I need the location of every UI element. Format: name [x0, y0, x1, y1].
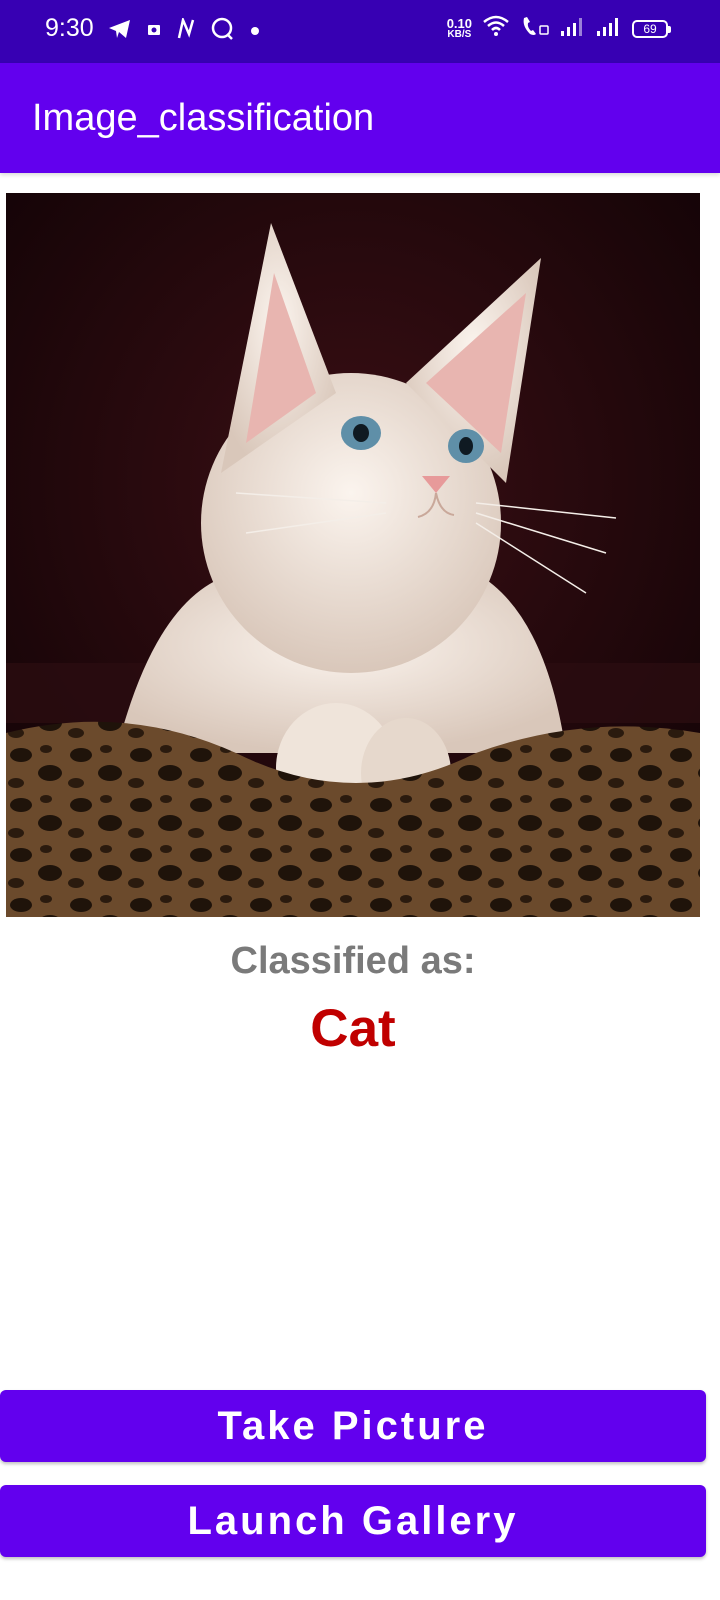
notification-icons — [108, 15, 260, 47]
n-app-icon — [176, 15, 196, 45]
cat-illustration — [6, 193, 700, 917]
battery-icon: 69 — [632, 19, 671, 38]
app-bar: Image_classification — [0, 63, 720, 173]
launch-gallery-button[interactable]: Launch Gallery — [0, 1485, 706, 1557]
network-speed-unit: KB/S — [447, 28, 472, 40]
wifi-icon — [482, 14, 510, 43]
q-app-icon — [210, 16, 236, 47]
network-speed-value: 0.10 — [446, 15, 472, 31]
status-time: 9:30 — [45, 14, 94, 42]
wifi-calling-icon — [520, 14, 550, 43]
signal-strength-icon-2 — [596, 15, 622, 42]
cat-photo — [6, 193, 700, 917]
telegram-icon — [108, 18, 132, 45]
classified-as-label: Classified as: — [230, 940, 476, 982]
signal-strength-icon-1 — [560, 15, 586, 42]
take-picture-button[interactable]: Take Picture — [0, 1390, 706, 1462]
system-icons: 0.10 KB/S 69 — [446, 14, 671, 43]
network-speed: 0.10 KB/S — [446, 15, 472, 40]
camera-notification-icon — [146, 21, 162, 42]
more-notifications-dot-icon — [250, 23, 260, 41]
classification-result: Cat — [310, 999, 396, 1058]
status-bar: 9:30 0.10 KB/S 69 — [0, 0, 720, 63]
app-title: Image_classification — [32, 97, 375, 139]
